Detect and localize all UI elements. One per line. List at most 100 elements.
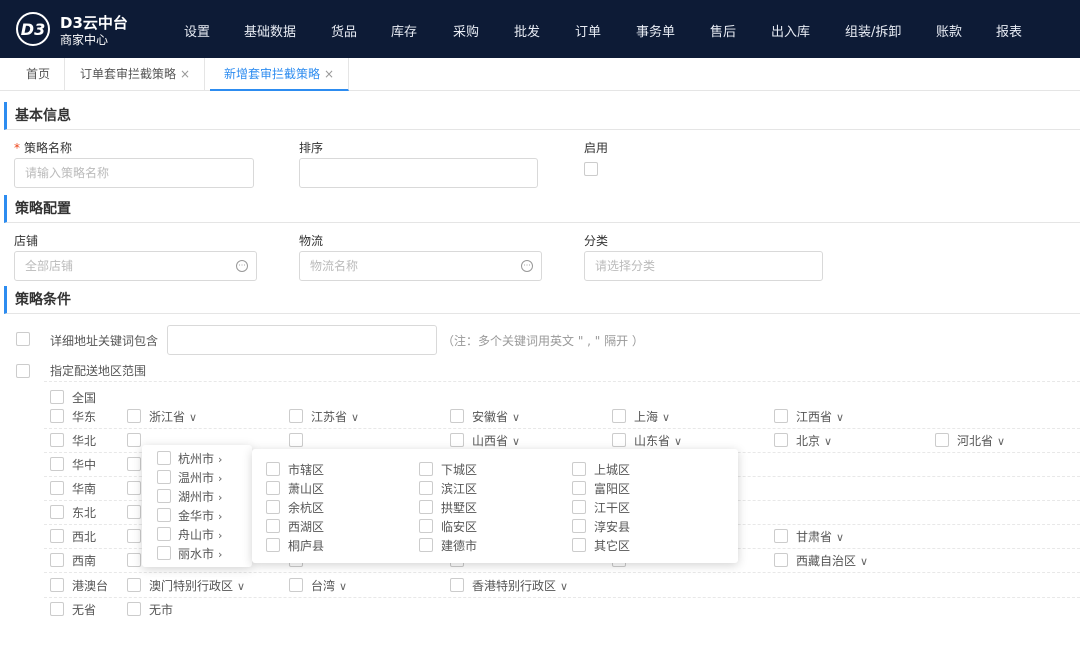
province-label[interactable]: 浙江省 ∨ (149, 408, 197, 425)
province-checkbox[interactable] (127, 553, 141, 567)
province-checkbox[interactable] (127, 578, 141, 592)
city-option[interactable]: 舟山市 › (178, 526, 222, 543)
district-option[interactable]: 萧山区 (288, 480, 324, 497)
district-checkbox[interactable] (266, 462, 280, 476)
district-option[interactable]: 江干区 (594, 499, 630, 516)
chevron-down-icon[interactable]: ∨ (189, 411, 197, 424)
sort-input[interactable] (299, 158, 538, 188)
tab-new-audit-strategy[interactable]: 新增套审拦截策略 × (210, 58, 350, 91)
province-label[interactable]: 江苏省 ∨ (311, 408, 359, 425)
province-label[interactable]: 西藏自治区 ∨ (796, 552, 868, 569)
province-checkbox[interactable] (127, 409, 141, 423)
region-checkbox[interactable] (50, 481, 64, 495)
district-checkbox[interactable] (266, 519, 280, 533)
district-option[interactable]: 下城区 (441, 461, 477, 478)
city-option[interactable]: 丽水市 › (178, 545, 222, 562)
logistics-select[interactable]: 物流名称 ··· (299, 251, 542, 281)
district-option[interactable]: 拱墅区 (441, 499, 477, 516)
close-icon[interactable]: × (180, 67, 190, 81)
city-checkbox[interactable] (157, 470, 171, 484)
district-option[interactable]: 其它区 (594, 537, 630, 554)
district-checkbox[interactable] (572, 538, 586, 552)
nav-item[interactable]: 订单 (575, 21, 601, 40)
district-option[interactable]: 上城区 (594, 461, 630, 478)
district-checkbox[interactable] (266, 500, 280, 514)
region-checkbox[interactable] (50, 553, 64, 567)
province-checkbox[interactable] (612, 433, 626, 447)
ellipsis-circle-icon[interactable]: ··· (236, 260, 248, 272)
tab-home[interactable]: 首页 (12, 58, 66, 91)
nav-item[interactable]: 采购 (453, 21, 479, 40)
province-checkbox[interactable] (289, 409, 303, 423)
district-option[interactable]: 滨江区 (441, 480, 477, 497)
city-checkbox[interactable] (157, 527, 171, 541)
district-option[interactable]: 余杭区 (288, 499, 324, 516)
province-label[interactable]: 无市 (149, 601, 173, 618)
district-checkbox[interactable] (572, 462, 586, 476)
nav-item[interactable]: 库存 (391, 21, 417, 40)
city-checkbox[interactable] (157, 508, 171, 522)
district-option[interactable]: 桐庐县 (288, 537, 324, 554)
province-label[interactable]: 澳门特别行政区 ∨ (149, 577, 245, 594)
region-checkbox[interactable] (50, 457, 64, 471)
province-label[interactable]: 山西省 ∨ (472, 432, 520, 449)
nav-item[interactable]: 事务单 (636, 21, 675, 40)
province-label[interactable]: 香港特别行政区 ∨ (472, 577, 568, 594)
city-option[interactable]: 湖州市 › (178, 488, 222, 505)
district-checkbox[interactable] (419, 538, 433, 552)
region-checkbox[interactable] (50, 409, 64, 423)
province-checkbox[interactable] (774, 433, 788, 447)
province-label[interactable]: 山东省 ∨ (634, 432, 682, 449)
category-select[interactable]: 请选择分类 (584, 251, 823, 281)
city-option[interactable]: 金华市 › (178, 507, 222, 524)
chevron-down-icon[interactable]: ∨ (860, 555, 868, 568)
district-option[interactable]: 市辖区 (288, 461, 324, 478)
district-checkbox[interactable] (419, 462, 433, 476)
keyword-input[interactable] (167, 325, 437, 355)
district-option[interactable]: 建德市 (441, 537, 477, 554)
strategy-name-input[interactable]: 请输入策略名称 (14, 158, 254, 188)
city-checkbox[interactable] (157, 451, 171, 465)
enable-checkbox[interactable] (584, 162, 598, 176)
district-checkbox[interactable] (572, 500, 586, 514)
city-checkbox[interactable] (157, 489, 171, 503)
chevron-down-icon[interactable]: ∨ (560, 580, 568, 593)
province-checkbox[interactable] (289, 433, 303, 447)
district-checkbox[interactable] (419, 500, 433, 514)
province-checkbox[interactable] (127, 481, 141, 495)
city-option[interactable]: 杭州市 › (178, 450, 222, 467)
province-label[interactable]: 台湾 ∨ (311, 577, 347, 594)
nationwide-checkbox[interactable] (50, 390, 64, 404)
chevron-down-icon[interactable]: ∨ (512, 435, 520, 448)
province-checkbox[interactable] (450, 409, 464, 423)
province-checkbox[interactable] (127, 602, 141, 616)
city-option[interactable]: 温州市 › (178, 469, 222, 486)
nav-item[interactable]: 货品 (331, 21, 357, 40)
chevron-down-icon[interactable]: ∨ (237, 580, 245, 593)
nav-item[interactable]: 组装/拆卸 (845, 21, 901, 40)
province-label[interactable]: 上海 ∨ (634, 408, 670, 425)
province-checkbox[interactable] (289, 578, 303, 592)
province-label[interactable]: 北京 ∨ (796, 432, 832, 449)
region-checkbox[interactable] (50, 578, 64, 592)
region-checkbox[interactable] (50, 433, 64, 447)
nav-item[interactable]: 账款 (936, 21, 962, 40)
province-checkbox[interactable] (127, 505, 141, 519)
region-checkbox[interactable] (50, 529, 64, 543)
chevron-down-icon[interactable]: ∨ (674, 435, 682, 448)
district-checkbox[interactable] (572, 519, 586, 533)
district-option[interactable]: 西湖区 (288, 518, 324, 535)
district-checkbox[interactable] (419, 519, 433, 533)
province-checkbox[interactable] (450, 433, 464, 447)
province-checkbox[interactable] (774, 553, 788, 567)
district-option[interactable]: 淳安县 (594, 518, 630, 535)
chevron-down-icon[interactable]: ∨ (836, 531, 844, 544)
chevron-down-icon[interactable]: ∨ (339, 580, 347, 593)
region-range-checkbox[interactable] (16, 364, 30, 378)
district-checkbox[interactable] (266, 481, 280, 495)
ellipsis-circle-icon[interactable]: ··· (521, 260, 533, 272)
nav-item[interactable]: 售后 (710, 21, 736, 40)
district-checkbox[interactable] (419, 481, 433, 495)
province-checkbox[interactable] (127, 433, 141, 447)
province-checkbox[interactable] (127, 457, 141, 471)
